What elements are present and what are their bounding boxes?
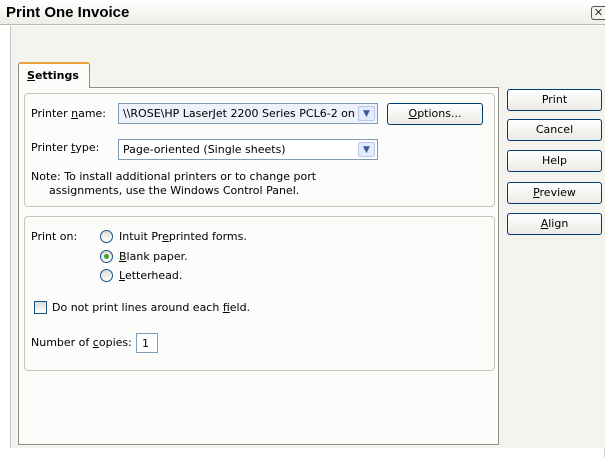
options-button[interactable]: Options... xyxy=(387,103,483,125)
preview-button[interactable]: Preview xyxy=(507,182,602,204)
printer-type-label: Printer type: xyxy=(31,141,100,154)
printer-note-line2: assignments, use the Windows Control Pan… xyxy=(49,184,300,197)
printer-type-select[interactable]: Page-oriented (Single sheets) ▼ xyxy=(118,139,378,160)
radio-selected-dot xyxy=(104,254,109,259)
cancel-button[interactable]: Cancel xyxy=(507,119,602,141)
chevron-down-icon[interactable]: ▼ xyxy=(358,106,375,121)
align-button[interactable]: Align xyxy=(507,213,602,235)
printer-note-line1: Note: To install additional printers or … xyxy=(31,170,317,183)
copies-input[interactable]: 1 xyxy=(136,333,158,353)
radio-letterhead[interactable] xyxy=(100,269,113,282)
copies-label: Number of copies: xyxy=(31,336,132,349)
print-on-label: Print on: xyxy=(31,230,78,243)
radio-blank-paper-label[interactable]: Blank paper. xyxy=(119,250,188,263)
help-button[interactable]: Help xyxy=(507,150,602,172)
radio-blank-paper[interactable] xyxy=(100,250,113,263)
tab-settings[interactable]: Settings xyxy=(18,62,90,88)
print-button[interactable]: Print xyxy=(507,89,602,111)
copies-value: 1 xyxy=(142,337,149,350)
window-title: Print One Invoice xyxy=(6,4,130,21)
no-field-lines-label[interactable]: Do not print lines around each field. xyxy=(52,301,250,314)
close-icon[interactable]: ✕ xyxy=(591,6,605,20)
no-field-lines-checkbox[interactable] xyxy=(34,301,47,314)
chevron-down-icon[interactable]: ▼ xyxy=(358,142,375,157)
title-bar[interactable]: Print One Invoice ✕ xyxy=(0,0,605,25)
print-dialog-window: Print One Invoice ✕ Settings Printer nam… xyxy=(0,0,605,457)
tab-settings-label: Settings xyxy=(27,69,79,82)
printer-name-select[interactable]: \\ROSE\HP LaserJet 2200 Series PCL6-2 on… xyxy=(118,103,378,124)
printer-name-label: Printer name: xyxy=(31,107,107,120)
radio-preprinted-forms-label[interactable]: Intuit Preprinted forms. xyxy=(119,230,247,243)
printer-type-value: Page-oriented (Single sheets) xyxy=(123,143,286,156)
radio-letterhead-label[interactable]: Letterhead. xyxy=(119,269,182,282)
radio-preprinted-forms[interactable] xyxy=(100,230,113,243)
printer-name-value: \\ROSE\HP LaserJet 2200 Series PCL6-2 on xyxy=(123,107,355,120)
